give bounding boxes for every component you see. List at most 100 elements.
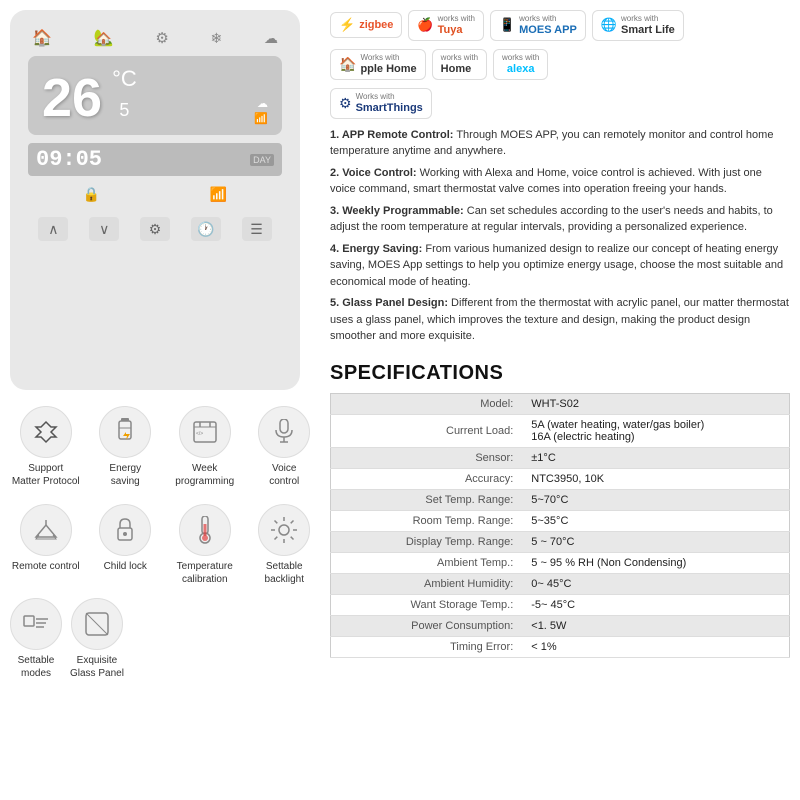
features-grid-row2: Remote control Child lock T — [10, 504, 320, 586]
left-panel: 🏠 🏡 ⚙ ❄ ☁ 26 °C 5 ☁ 📶 09:05 DAY — [10, 10, 320, 790]
spec-row-display-temp: Display Temp. Range: 5 ~ 70°C — [331, 531, 790, 552]
spec-row-room-temp: Room Temp. Range: 5~35°C — [331, 510, 790, 531]
spec-label-set-temp: Set Temp. Range: — [331, 489, 524, 510]
apple-label: pple Home — [360, 63, 416, 75]
spec-value-current: 5A (water heating, water/gas boiler)16A … — [523, 414, 789, 447]
badges-row3: ⚙ Works with SmartThings — [330, 88, 790, 119]
home-works-text: works with — [441, 54, 478, 63]
spec-label-power: Power Consumption: — [331, 615, 524, 636]
cloud-icon: ☁ — [264, 30, 278, 47]
spec-value-ambient-temp: 5 ~ 95 % RH (Non Condensing) — [523, 552, 789, 573]
badge-apple-home: 🏠 Works with pple Home — [330, 49, 426, 80]
tuya-works-text: works with — [438, 15, 475, 24]
zigbee-label: zigbee — [359, 19, 393, 31]
spec-value-storage: -5~ 45°C — [523, 594, 789, 615]
feature-voice-label: Voicecontrol — [269, 462, 299, 488]
spec-value-room-temp: 5~35°C — [523, 510, 789, 531]
display-area: 26 °C 5 ☁ 📶 — [28, 56, 282, 135]
features-grid-row3: Settablemodes ExquisiteGlass Panel — [10, 598, 320, 680]
zigbee-z-icon: ⚡ — [339, 17, 355, 33]
desc-2: 2. Voice Control: Working with Alexa and… — [330, 165, 790, 198]
feature-modes-label: Settablemodes — [18, 654, 55, 680]
gear-icon: ⚙ — [155, 29, 168, 47]
spec-label-ambient-temp: Ambient Temp.: — [331, 552, 524, 573]
spec-label-timing: Timing Error: — [331, 636, 524, 657]
badge-google-home: works with Home — [432, 49, 487, 80]
feature-temp-cal: Temperaturecalibration — [169, 504, 241, 586]
temp-cal-icon-circle — [179, 504, 231, 556]
voice-icon-circle — [258, 406, 310, 458]
degree-celsius: °C — [112, 66, 137, 92]
description-block: 1. APP Remote Control: Through MOES APP,… — [330, 127, 790, 350]
tuya-label: Tuya — [438, 24, 475, 36]
device-bottom-controls[interactable]: ∧ ∨ ⚙ 🕐 ☰ — [28, 217, 282, 241]
time-text: 09:05 — [36, 147, 102, 172]
feature-week-label: Weekprogramming — [175, 462, 234, 488]
remote-icon-circle — [20, 504, 72, 556]
spec-label-accuracy: Accuracy: — [331, 468, 524, 489]
clock-button[interactable]: 🕐 — [191, 217, 221, 241]
spec-row-model: Model: WHT-S02 — [331, 393, 790, 414]
spec-value-timing: < 1% — [523, 636, 789, 657]
wifi-icon-small: 📶 — [210, 186, 227, 203]
badge-alexa: works with alexa — [493, 49, 548, 80]
feature-remote: Remote control — [10, 504, 82, 586]
spec-row-set-temp: Set Temp. Range: 5~70°C — [331, 489, 790, 510]
spec-value-accuracy: NTC3950, 10K — [523, 468, 789, 489]
spec-table: Model: WHT-S02 Current Load: 5A (water h… — [330, 393, 790, 658]
apple-works-text: Works with — [360, 54, 416, 63]
day-label: DAY — [250, 154, 274, 166]
desc-4: 4. Energy Saving: From various humanized… — [330, 241, 790, 291]
feature-remote-label: Remote control — [12, 560, 80, 573]
feature-childlock: Child lock — [90, 504, 162, 586]
spec-label-display-temp: Display Temp. Range: — [331, 531, 524, 552]
badge-smartlife: 🌐 works with Smart Life — [592, 10, 684, 41]
smartlife-works-text: works with — [621, 15, 675, 24]
feature-temp-cal-label: Temperaturecalibration — [177, 560, 233, 586]
up-button[interactable]: ∧ — [38, 217, 68, 241]
matter-icon-circle — [20, 406, 72, 458]
modes-icon-circle — [10, 598, 62, 650]
smartlife-label: Smart Life — [621, 24, 675, 36]
spec-label-model: Model: — [331, 393, 524, 414]
badge-smartthings: ⚙ Works with SmartThings — [330, 88, 432, 119]
feature-energy-label: Energysaving — [109, 462, 141, 488]
svg-text:</>: </> — [196, 431, 203, 437]
house2-icon: 🏡 — [94, 28, 114, 48]
feature-matter-label: SupportMatter Protocol — [12, 462, 80, 488]
down-button[interactable]: ∨ — [89, 217, 119, 241]
feature-week: </> Weekprogramming — [169, 406, 241, 488]
temp-right: °C 5 — [112, 66, 137, 121]
feature-voice: Voicecontrol — [249, 406, 321, 488]
spec-row-ambient-temp: Ambient Temp.: 5 ~ 95 % RH (Non Condensi… — [331, 552, 790, 573]
lock-icon-small: 🔒 — [83, 186, 100, 203]
home-label: Home — [441, 63, 478, 75]
feature-modes: Settablemodes — [10, 598, 62, 680]
moes-label: MOES APP — [519, 24, 577, 36]
spec-label-current: Current Load: — [331, 414, 524, 447]
alexa-label: alexa — [507, 63, 535, 75]
spec-row-storage: Want Storage Temp.: -5~ 45°C — [331, 594, 790, 615]
spec-row-accuracy: Accuracy: NTC3950, 10K — [331, 468, 790, 489]
desc-3: 3. Weekly Programmable: Can set schedule… — [330, 203, 790, 236]
feature-backlight: Settablebacklight — [249, 504, 321, 586]
desc-1: 1. APP Remote Control: Through MOES APP,… — [330, 127, 790, 160]
desc-5: 5. Glass Panel Design: Different from th… — [330, 295, 790, 345]
backlight-icon-circle — [258, 504, 310, 556]
feature-glass-label: ExquisiteGlass Panel — [70, 654, 124, 680]
spec-value-sensor: ±1°C — [523, 447, 789, 468]
spec-row-humidity: Ambient Humidity: 0~ 45°C — [331, 573, 790, 594]
spec-value-humidity: 0~ 45°C — [523, 573, 789, 594]
glass-icon-circle — [71, 598, 123, 650]
smartthings-label: SmartThings — [356, 102, 423, 114]
spec-label-humidity: Ambient Humidity: — [331, 573, 524, 594]
settings-button[interactable]: ⚙ — [140, 217, 170, 241]
moes-icon: 📱 — [499, 17, 515, 33]
badge-tuya: 🍎 works with Tuya — [408, 10, 484, 41]
alexa-works-text: works with — [502, 54, 539, 63]
main-temp: 26 — [42, 71, 102, 125]
smartthings-works-text: Works with — [356, 93, 423, 102]
feature-backlight-label: Settablebacklight — [265, 560, 304, 586]
menu-button[interactable]: ☰ — [242, 217, 272, 241]
spec-row-current: Current Load: 5A (water heating, water/g… — [331, 414, 790, 447]
